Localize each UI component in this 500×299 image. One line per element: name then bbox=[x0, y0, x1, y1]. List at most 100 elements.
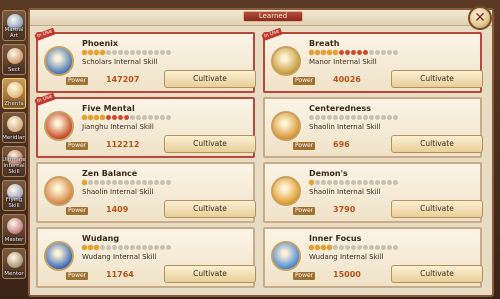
star-icon bbox=[351, 50, 356, 55]
star-icon bbox=[94, 115, 99, 120]
star-icon bbox=[363, 245, 368, 250]
cultivate-button[interactable]: Cultivate bbox=[391, 70, 483, 88]
star-icon bbox=[345, 50, 350, 55]
sidebar-item-meridian[interactable]: Meridian bbox=[2, 112, 26, 143]
skill-stars bbox=[309, 180, 398, 185]
skill-name: Zen Balance bbox=[82, 169, 138, 178]
sidebar-item-label: Master bbox=[4, 237, 24, 243]
star-icon bbox=[309, 245, 314, 250]
in-use-badge: In Use bbox=[34, 92, 56, 107]
skill-card[interactable]: Inner Focus Wudang Internal Skill Power 150… bbox=[263, 227, 483, 288]
skill-card[interactable]: Demon's Shaolin Internal Skill Power 3790 Cu… bbox=[263, 162, 483, 223]
skill-type: Jianghu Internal Skill bbox=[82, 123, 154, 131]
star-icon bbox=[142, 180, 147, 185]
star-icon bbox=[142, 115, 147, 120]
star-icon bbox=[351, 115, 356, 120]
star-icon bbox=[136, 115, 141, 120]
star-icon bbox=[375, 50, 380, 55]
star-icon bbox=[148, 245, 153, 250]
skill-type: Shaolin Internal Skill bbox=[309, 123, 381, 131]
star-icon bbox=[166, 115, 171, 120]
skill-type: Wudang Internal Skill bbox=[309, 253, 384, 261]
cultivate-button[interactable]: Cultivate bbox=[164, 200, 256, 218]
star-icon bbox=[357, 245, 362, 250]
star-icon bbox=[142, 50, 147, 55]
star-icon bbox=[345, 115, 350, 120]
cultivate-button[interactable]: Cultivate bbox=[164, 265, 256, 283]
skill-name: Five Mental bbox=[82, 104, 135, 113]
meridian-icon bbox=[7, 116, 23, 132]
star-icon bbox=[100, 115, 105, 120]
star-icon bbox=[369, 115, 374, 120]
sidebar-item-sect[interactable]: Sect bbox=[2, 44, 26, 75]
star-icon bbox=[106, 50, 111, 55]
cultivate-button[interactable]: Cultivate bbox=[391, 265, 483, 283]
in-use-badge: In Use bbox=[34, 27, 56, 42]
sidebar-item-master[interactable]: Master bbox=[2, 214, 26, 245]
sidebar-item-zhenfa[interactable]: Zhenfa bbox=[2, 78, 26, 109]
star-icon bbox=[333, 115, 338, 120]
skill-name: Breath bbox=[309, 39, 340, 48]
star-icon bbox=[381, 115, 386, 120]
star-icon bbox=[130, 245, 135, 250]
star-icon bbox=[327, 115, 332, 120]
star-icon bbox=[130, 115, 135, 120]
skill-name: Phoenix bbox=[82, 39, 119, 48]
star-icon bbox=[369, 245, 374, 250]
skill-type: Shaolin Internal Skill bbox=[82, 188, 154, 196]
star-icon bbox=[369, 180, 374, 185]
cultivate-button[interactable]: Cultivate bbox=[391, 200, 483, 218]
skill-card[interactable]: Zen Balance Shaolin Internal Skill Power 14… bbox=[36, 162, 256, 223]
skill-card[interactable]: Wudang Wudang Internal Skill Power 11764 Cul… bbox=[36, 227, 256, 288]
star-icon bbox=[94, 180, 99, 185]
star-icon bbox=[393, 180, 398, 185]
sidebar-item-label: Zhenfa bbox=[4, 101, 24, 107]
star-icon bbox=[363, 115, 368, 120]
star-icon bbox=[136, 180, 141, 185]
power-value: 147207 bbox=[106, 75, 140, 84]
close-button[interactable]: ✕ bbox=[468, 6, 492, 30]
star-icon bbox=[381, 245, 386, 250]
skill-card[interactable]: In Use Phoenix Scholars Internal Skill Powe… bbox=[34, 27, 256, 93]
star-icon bbox=[154, 180, 159, 185]
star-icon bbox=[82, 245, 87, 250]
star-icon bbox=[124, 245, 129, 250]
skill-card[interactable]: In Use Breath Manor Internal Skill Power 400… bbox=[261, 27, 483, 93]
star-icon bbox=[333, 50, 338, 55]
star-icon bbox=[106, 245, 111, 250]
star-icon bbox=[357, 50, 362, 55]
star-icon bbox=[88, 115, 93, 120]
skill-card[interactable]: In Use Five Mental Jianghu Internal Skill P… bbox=[34, 92, 256, 158]
star-icon bbox=[393, 245, 398, 250]
star-icon bbox=[94, 245, 99, 250]
star-icon bbox=[345, 180, 350, 185]
skill-type: Wudang Internal Skill bbox=[82, 253, 157, 261]
cultivate-button[interactable]: Cultivate bbox=[164, 135, 256, 153]
sidebar-item-mentor[interactable]: Mentor bbox=[2, 248, 26, 279]
skills-panel: Learned ✕ In Use Phoenix Scholars Internal… bbox=[28, 6, 494, 297]
skill-name: Centeredness bbox=[309, 104, 371, 113]
mentor-icon bbox=[7, 252, 23, 268]
power-label: Power bbox=[293, 142, 316, 150]
star-icon bbox=[88, 50, 93, 55]
skill-card[interactable]: Centeredness Shaolin Internal Skill Power 6… bbox=[263, 97, 483, 158]
sidebar-item-flying-skill[interactable]: Flying Skill bbox=[2, 180, 26, 211]
star-icon bbox=[327, 180, 332, 185]
star-icon bbox=[160, 115, 165, 120]
cultivate-button[interactable]: Cultivate bbox=[391, 135, 483, 153]
sidebar-item-label: Meridian bbox=[2, 135, 26, 141]
star-icon bbox=[357, 115, 362, 120]
sidebar-item-martial-art[interactable]: Martial Art bbox=[2, 10, 26, 41]
power-value: 112212 bbox=[106, 140, 140, 149]
star-icon bbox=[160, 180, 165, 185]
sect-icon bbox=[7, 48, 23, 64]
tab-learned[interactable]: Learned bbox=[243, 11, 303, 22]
skill-icon bbox=[44, 111, 74, 141]
star-icon bbox=[106, 180, 111, 185]
cultivate-button[interactable]: Cultivate bbox=[164, 70, 256, 88]
star-icon bbox=[88, 245, 93, 250]
skill-stars bbox=[82, 115, 171, 120]
star-icon bbox=[321, 115, 326, 120]
sidebar-item-ultimate-skill[interactable]: Ultimate Internal Skill bbox=[2, 146, 26, 177]
skill-grid: In Use Phoenix Scholars Internal Skill Powe… bbox=[34, 27, 490, 294]
